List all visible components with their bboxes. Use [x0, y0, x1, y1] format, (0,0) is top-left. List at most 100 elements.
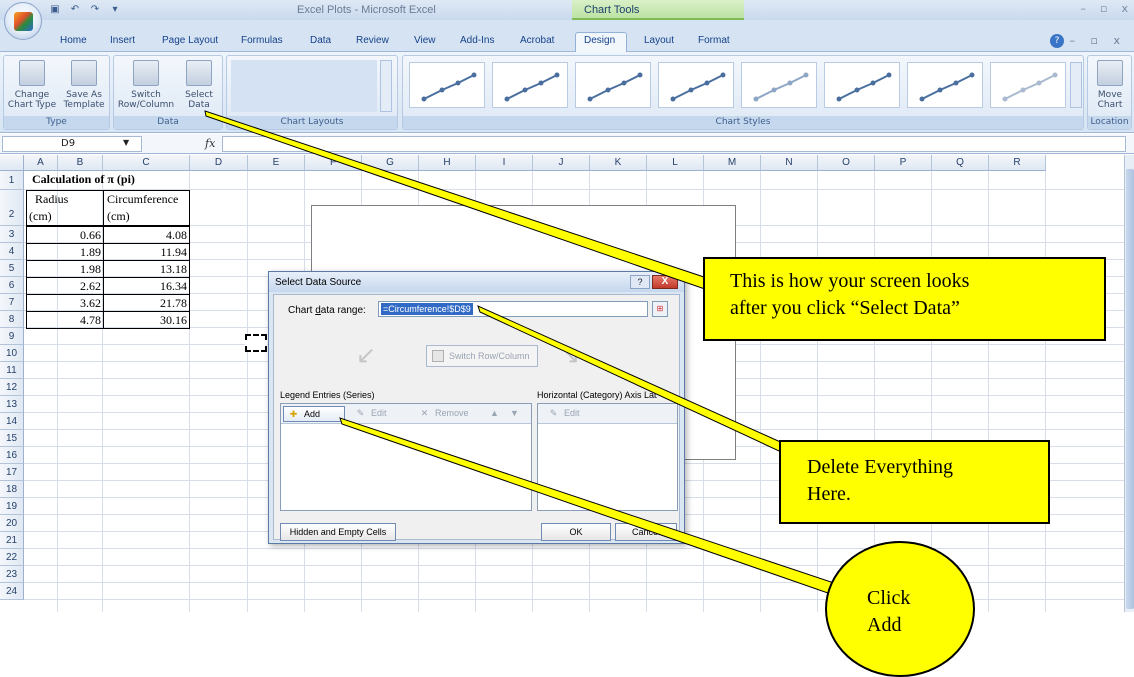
- formula-input[interactable]: [222, 136, 1126, 152]
- axis-labels-list[interactable]: ✎ Edit: [537, 403, 678, 511]
- column-header[interactable]: E: [248, 155, 305, 171]
- name-box[interactable]: D9: [2, 136, 142, 152]
- tab-acrobat[interactable]: Acrobat: [520, 35, 554, 46]
- styles-gallery-scroller[interactable]: [1070, 62, 1082, 108]
- tab-review[interactable]: Review: [356, 35, 389, 46]
- workbook-window-controls[interactable]: – ▫ x: [1070, 34, 1126, 47]
- chart-style-3[interactable]: [575, 62, 651, 108]
- column-header[interactable]: L: [647, 155, 704, 171]
- column-header[interactable]: A: [24, 155, 58, 171]
- remove-series-button[interactable]: ✕ Remove: [415, 406, 479, 422]
- column-header[interactable]: N: [761, 155, 818, 171]
- tab-page-layout[interactable]: Page Layout: [162, 35, 218, 46]
- circumference-cell[interactable]: 21.78: [103, 294, 190, 312]
- column-header[interactable]: R: [989, 155, 1046, 171]
- chart-data-range-input[interactable]: =Circumference!$D$9: [378, 301, 648, 317]
- insert-function-icon[interactable]: fx: [205, 137, 215, 150]
- radius-cell[interactable]: 4.78: [26, 311, 104, 329]
- column-header[interactable]: Q: [932, 155, 989, 171]
- radius-header-cell[interactable]: Radius (cm): [26, 190, 104, 226]
- undo-icon[interactable]: ↶: [68, 3, 82, 17]
- row-header[interactable]: 18: [0, 481, 24, 498]
- tab-data[interactable]: Data: [310, 35, 331, 46]
- move-down-button[interactable]: ▼: [505, 406, 523, 422]
- row-header[interactable]: 21: [0, 532, 24, 549]
- row-header[interactable]: 17: [0, 464, 24, 481]
- chart-style-1[interactable]: [409, 62, 485, 108]
- column-header[interactable]: F: [305, 155, 362, 171]
- name-box-dropdown-icon[interactable]: ▼: [123, 138, 129, 147]
- switch-row-column-dialog-button[interactable]: Switch Row/Column: [426, 345, 538, 367]
- radius-cell[interactable]: 1.89: [26, 243, 104, 261]
- radius-cell[interactable]: 0.66: [26, 226, 104, 244]
- tab-home[interactable]: Home: [60, 35, 87, 46]
- move-chart-button[interactable]: Move Chart: [1090, 60, 1130, 110]
- row-header[interactable]: 19: [0, 498, 24, 515]
- select-all-corner[interactable]: [0, 155, 24, 171]
- circumference-cell[interactable]: 11.94: [103, 243, 190, 261]
- tab-format[interactable]: Format: [698, 35, 730, 46]
- column-header[interactable]: J: [533, 155, 590, 171]
- row-header[interactable]: 8: [0, 311, 24, 328]
- select-data-button[interactable]: Select Data: [178, 60, 220, 110]
- chart-style-2[interactable]: [492, 62, 568, 108]
- row-header[interactable]: 13: [0, 396, 24, 413]
- row-header[interactable]: 14: [0, 413, 24, 430]
- row-header[interactable]: 10: [0, 345, 24, 362]
- row-header[interactable]: 3: [0, 226, 24, 243]
- row-header[interactable]: 20: [0, 515, 24, 532]
- save-icon[interactable]: ▣: [48, 3, 62, 17]
- circumference-header-cell[interactable]: Circumference (cm): [103, 190, 190, 226]
- scroll-thumb[interactable]: [1126, 169, 1134, 609]
- tab-insert[interactable]: Insert: [110, 35, 135, 46]
- row-header[interactable]: 4: [0, 243, 24, 260]
- ok-button[interactable]: OK: [541, 523, 611, 541]
- row-header[interactable]: 9: [0, 328, 24, 345]
- chart-style-8[interactable]: [990, 62, 1066, 108]
- hidden-empty-cells-button[interactable]: Hidden and Empty Cells: [280, 523, 396, 541]
- row-header[interactable]: 23: [0, 566, 24, 583]
- tab-add-ins[interactable]: Add-Ins: [460, 35, 494, 46]
- dialog-help-icon[interactable]: ?: [630, 275, 650, 289]
- circumference-cell[interactable]: 16.34: [103, 277, 190, 295]
- row-header[interactable]: 15: [0, 430, 24, 447]
- radius-cell[interactable]: 1.98: [26, 260, 104, 278]
- vertical-scrollbar[interactable]: [1124, 155, 1134, 612]
- move-up-button[interactable]: ▲: [485, 406, 503, 422]
- chart-style-6[interactable]: [824, 62, 900, 108]
- cancel-button[interactable]: Cancel: [615, 523, 677, 541]
- row-header[interactable]: 12: [0, 379, 24, 396]
- row-header[interactable]: 7: [0, 294, 24, 311]
- tab-design[interactable]: Design: [584, 35, 615, 46]
- row-header[interactable]: 6: [0, 277, 24, 294]
- column-header[interactable]: D: [190, 155, 248, 171]
- layouts-gallery-scroller[interactable]: [380, 60, 392, 112]
- column-header[interactable]: O: [818, 155, 875, 171]
- column-header[interactable]: B: [58, 155, 103, 171]
- add-series-button[interactable]: ✚ Add: [283, 406, 345, 422]
- row-header[interactable]: 22: [0, 549, 24, 566]
- office-button[interactable]: [4, 2, 42, 40]
- tab-formulas[interactable]: Formulas: [241, 35, 283, 46]
- chart-style-5[interactable]: [741, 62, 817, 108]
- row-header[interactable]: 5: [0, 260, 24, 277]
- chart-style-7[interactable]: [907, 62, 983, 108]
- radius-cell[interactable]: 3.62: [26, 294, 104, 312]
- column-header[interactable]: G: [362, 155, 419, 171]
- column-header[interactable]: K: [590, 155, 647, 171]
- row-header[interactable]: 1: [0, 171, 24, 190]
- radius-cell[interactable]: 2.62: [26, 277, 104, 295]
- change-chart-type-button[interactable]: Change Chart Type: [6, 60, 58, 110]
- edit-axis-labels-button[interactable]: ✎ Edit: [544, 406, 596, 422]
- layouts-gallery[interactable]: [231, 60, 377, 112]
- switch-row-column-button[interactable]: Switch Row/Column: [117, 60, 175, 110]
- customize-qat-icon[interactable]: ▾: [108, 3, 122, 17]
- row-header[interactable]: 11: [0, 362, 24, 379]
- legend-entries-list[interactable]: ✚ Add ✎ Edit ✕ Remove ▲ ▼: [280, 403, 532, 511]
- edit-series-button[interactable]: ✎ Edit: [351, 406, 401, 422]
- circumference-cell[interactable]: 4.08: [103, 226, 190, 244]
- sheet-title-cell[interactable]: Calculation of π (pi): [32, 171, 135, 188]
- help-icon[interactable]: ?: [1050, 34, 1064, 48]
- chart-style-4[interactable]: [658, 62, 734, 108]
- column-header[interactable]: P: [875, 155, 932, 171]
